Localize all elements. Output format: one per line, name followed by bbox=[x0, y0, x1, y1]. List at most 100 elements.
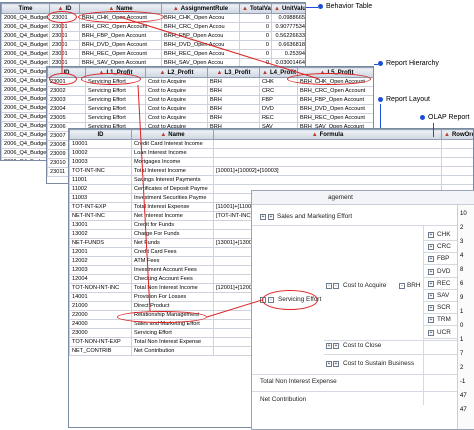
expand-icon[interactable]: + bbox=[428, 244, 434, 251]
olap-product-fbp[interactable]: FBP bbox=[437, 255, 449, 262]
table-cell[interactable]: Net Contribution bbox=[131, 346, 214, 356]
table-cell[interactable]: Total Interest Expense bbox=[131, 202, 214, 212]
olap-product-chk[interactable]: CHK bbox=[437, 231, 451, 238]
table-cell[interactable]: Net Funds bbox=[131, 238, 214, 248]
table-row[interactable]: 23005 Servicing Effort Cost to Acquire BRH R… bbox=[47, 113, 373, 123]
table-cell[interactable]: 2006_Q4_Budget bbox=[1, 85, 50, 95]
table-cell[interactable]: BRH_REC_Open Account bbox=[297, 113, 373, 123]
table-cell[interactable]: 24000 bbox=[69, 319, 132, 329]
expand-icon[interactable]: + bbox=[428, 268, 434, 275]
table-cell[interactable]: 0 bbox=[239, 22, 272, 32]
expand-icon[interactable]: + bbox=[428, 280, 434, 287]
table-cell[interactable]: BRH_CRC_Open Account bbox=[79, 22, 162, 32]
table-cell[interactable]: 0.6636818 bbox=[271, 40, 305, 50]
expand-icon[interactable]: + bbox=[326, 343, 332, 349]
table-cell[interactable]: 23004 bbox=[47, 104, 86, 114]
table-cell[interactable] bbox=[213, 175, 442, 185]
table-cell[interactable] bbox=[441, 166, 473, 176]
table-cell[interactable]: Savings Interest Payments bbox=[131, 175, 214, 185]
table-cell[interactable]: 2006_Q4_Budget bbox=[1, 148, 50, 158]
table-cell[interactable]: TOT-INT-INC bbox=[69, 166, 132, 176]
expand-icon[interactable]: + bbox=[428, 256, 434, 263]
sort-icon[interactable]: ▲ bbox=[217, 70, 223, 76]
table-cell[interactable]: Cost to Acquire bbox=[145, 86, 208, 96]
table-cell[interactable]: Provision For Losses bbox=[131, 292, 214, 302]
olap-product-dvd[interactable]: DVD bbox=[437, 268, 451, 275]
expand-icon[interactable]: + bbox=[333, 343, 339, 349]
table-cell[interactable]: 10003 bbox=[69, 157, 132, 167]
table-cell[interactable]: 23001 bbox=[49, 22, 80, 32]
expand-icon[interactable]: + bbox=[428, 317, 434, 324]
table-cell[interactable]: 0 bbox=[239, 13, 272, 23]
table-row[interactable]: 2006_Q4_Budget 23001 BRH_DVD_Open Account B… bbox=[1, 40, 305, 50]
table-cell[interactable]: BRH_CRC_Open Accou bbox=[161, 22, 240, 32]
olap-product-sav[interactable]: SAV bbox=[437, 292, 449, 299]
table-cell[interactable]: ATM Fees bbox=[131, 256, 214, 266]
table-cell[interactable]: TOT-INT-EXP bbox=[69, 202, 132, 212]
table-cell[interactable]: Charge For Funds bbox=[131, 229, 214, 239]
olap-product-trm[interactable]: TRM bbox=[437, 316, 451, 323]
olap-product-scr[interactable]: SCR bbox=[437, 304, 451, 311]
table-cell[interactable]: 2006_Q4_Budget bbox=[1, 67, 50, 77]
table-cell[interactable]: Total Non Interest Income bbox=[131, 283, 214, 293]
table-cell[interactable]: 12002 bbox=[69, 256, 132, 266]
table-cell[interactable]: BRH_DVD_Open Account bbox=[297, 104, 373, 114]
column-header[interactable]: ▲RowOrder bbox=[441, 129, 473, 140]
table-cell[interactable]: 23005 bbox=[47, 113, 86, 123]
sort-icon[interactable]: ▲ bbox=[262, 70, 268, 76]
table-cell[interactable]: REC bbox=[259, 113, 298, 123]
sort-icon[interactable]: ▲ bbox=[444, 132, 450, 138]
table-row[interactable]: 23003 Servicing Effort Cost to Acquire BRH F… bbox=[47, 95, 373, 105]
table-cell[interactable]: Credit Card Interest Income bbox=[131, 139, 214, 149]
table-row[interactable]: 23002 Servicing Effort Cost to Acquire BRH C… bbox=[47, 86, 373, 96]
table-cell[interactable]: BRH bbox=[207, 77, 260, 87]
table-cell[interactable]: Servicing Effort bbox=[85, 113, 146, 123]
table-cell[interactable]: Net Interest Income bbox=[131, 211, 214, 221]
expand-icon[interactable]: + bbox=[428, 293, 434, 299]
table-cell[interactable]: BRH bbox=[207, 86, 260, 96]
table-cell[interactable]: 21000 bbox=[69, 301, 132, 311]
table-cell[interactable]: 2006_Q4_Budget bbox=[1, 40, 50, 50]
table-cell[interactable]: 2006_Q4_Budget bbox=[1, 112, 50, 122]
table-cell[interactable]: Credit for Funds bbox=[131, 220, 214, 230]
table-cell[interactable]: Cost to Acquire bbox=[145, 113, 208, 123]
table-cell[interactable]: 2006_Q4_Budget bbox=[1, 103, 50, 113]
table-row[interactable]: 2006_Q4_Budget 23001 BRH_REC_Open Account B… bbox=[1, 49, 305, 59]
table-cell[interactable]: 23003 bbox=[47, 95, 86, 105]
table-cell[interactable]: NET_CONTRIB bbox=[69, 346, 132, 356]
table-cell[interactable]: 0.25394 bbox=[271, 49, 305, 59]
table-cell[interactable]: BRH bbox=[207, 104, 260, 114]
table-cell[interactable]: Direct Product bbox=[131, 301, 214, 311]
table-cell[interactable]: BRH_REC_Open Account bbox=[79, 49, 162, 59]
table-cell[interactable]: 0 bbox=[239, 40, 272, 50]
table-row[interactable]: 10003 Mortgages Income bbox=[69, 157, 473, 167]
table-cell[interactable]: 23001 bbox=[49, 49, 80, 59]
table-cell[interactable]: BRH_DVD_Open Account bbox=[79, 40, 162, 50]
table-cell[interactable]: FBP bbox=[259, 95, 298, 105]
column-header[interactable]: ▲ Name bbox=[131, 129, 214, 140]
table-cell[interactable]: TOT-NON-INT-INC bbox=[69, 283, 132, 293]
expand-icon[interactable]: + bbox=[268, 214, 274, 220]
table-cell[interactable] bbox=[441, 175, 473, 185]
table-row[interactable]: 11001 Savings Interest Payments bbox=[69, 175, 473, 185]
table-cell[interactable]: 11001 bbox=[69, 175, 132, 185]
table-cell[interactable]: BRH bbox=[207, 113, 260, 123]
table-cell[interactable]: BRH_FBP_Open Accou bbox=[161, 31, 240, 41]
table-cell[interactable]: 2006_Q4_Budget bbox=[1, 58, 50, 68]
table-cell[interactable]: 2006_Q4_Budget bbox=[1, 49, 50, 59]
table-cell[interactable]: 0.56226633 bbox=[271, 31, 305, 41]
table-cell[interactable]: TOT-NON-INT-EXP bbox=[69, 337, 132, 347]
table-cell[interactable] bbox=[213, 148, 442, 158]
column-header[interactable]: ▲UnitValue bbox=[271, 3, 305, 14]
table-cell[interactable] bbox=[441, 157, 473, 167]
table-cell[interactable]: Servicing Effort bbox=[85, 104, 146, 114]
table-cell[interactable]: BRH_FBP_Open Account bbox=[297, 95, 373, 105]
table-cell[interactable]: 10001 bbox=[69, 139, 132, 149]
table-cell[interactable]: 2006_Q4_Budget bbox=[1, 31, 50, 41]
table-cell[interactable]: Certificates of Deposit Payme bbox=[131, 184, 214, 194]
expand-icon[interactable]: + bbox=[326, 361, 332, 367]
expand-icon[interactable]: + bbox=[260, 214, 266, 220]
sort-icon[interactable]: ▲ bbox=[160, 132, 166, 138]
table-cell[interactable]: Cost to Acquire bbox=[145, 104, 208, 114]
table-cell[interactable]: [10001]+[10002]+[10003] bbox=[213, 166, 442, 176]
